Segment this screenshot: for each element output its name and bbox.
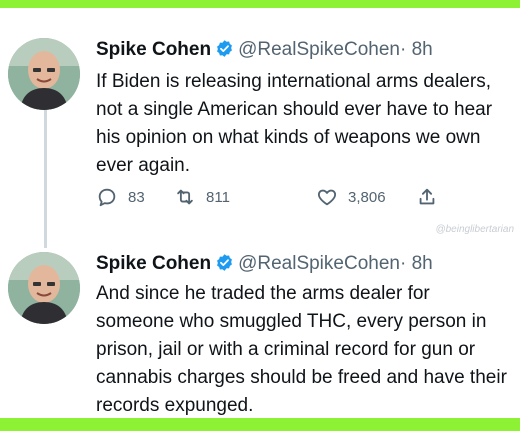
avatar-image: [8, 38, 80, 110]
avatar-image: [8, 252, 80, 324]
user-handle[interactable]: @RealSpikeCohen: [238, 253, 400, 274]
tweet-text: If Biden is releasing international arms…: [96, 71, 493, 176]
heart-icon: [317, 189, 337, 206]
share-icon: [419, 188, 435, 205]
share-button[interactable]: [416, 186, 438, 208]
like-button[interactable]: 3,806: [316, 186, 386, 208]
display-name[interactable]: Spike Cohen: [96, 253, 211, 274]
verified-badge-icon: [215, 39, 234, 65]
reply-icon: [98, 188, 116, 207]
retweet-button[interactable]: 811: [174, 186, 230, 208]
watermark: @beinglibertarian: [435, 224, 514, 235]
tweet-header: Spike Cohen @RealSpikeCohen· 8h: [96, 38, 433, 65]
like-count: 3,806: [348, 188, 386, 206]
avatar[interactable]: [8, 38, 80, 110]
tweet-2[interactable]: Spike Cohen @RealSpikeCohen· 8h And since…: [0, 242, 520, 418]
reply-count: 83: [128, 188, 145, 206]
retweet-count: 811: [206, 188, 230, 206]
tweet-1[interactable]: Spike Cohen @RealSpikeCohen· 8h If Biden …: [0, 8, 520, 216]
tweet-time[interactable]: · 8h: [400, 253, 433, 274]
reply-button[interactable]: 83: [96, 186, 145, 208]
tweet-text: And since he traded the arms dealer for …: [96, 283, 507, 416]
screenshot-frame: Spike Cohen @RealSpikeCohen· 8h If Biden …: [0, 8, 520, 418]
display-name[interactable]: Spike Cohen: [96, 39, 211, 60]
tweet-actions: 83 811 3,806: [96, 186, 456, 210]
tweet-header: Spike Cohen @RealSpikeCohen· 8h: [96, 252, 433, 279]
user-handle[interactable]: @RealSpikeCohen: [238, 39, 400, 60]
verified-badge-icon: [215, 253, 234, 279]
retweet-icon: [177, 189, 193, 205]
avatar[interactable]: [8, 252, 80, 324]
tweet-time[interactable]: · 8h: [400, 39, 433, 60]
